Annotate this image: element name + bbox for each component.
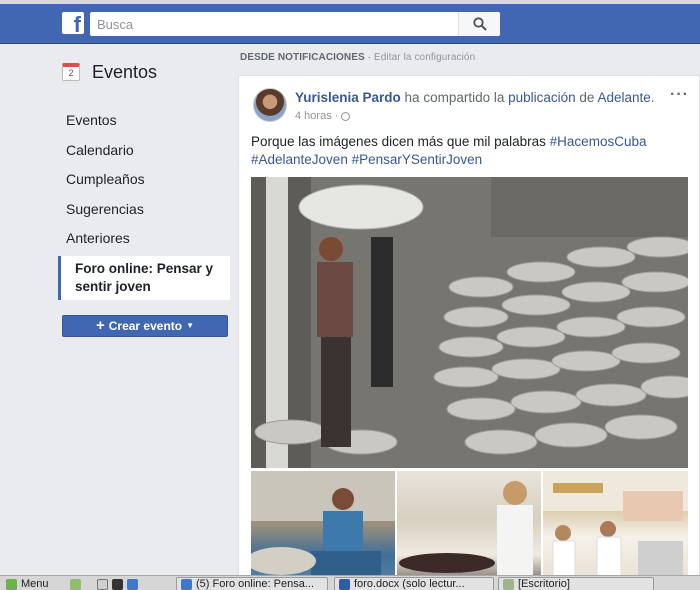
left-sidebar: 2 Eventos Eventos Calendario Cumpleaños … (58, 58, 230, 337)
notification-label: DESDE NOTIFICACIONES (240, 52, 365, 63)
calendar-icon: 2 (62, 63, 80, 81)
events-title: Eventos (92, 61, 158, 82)
search-input[interactable] (90, 12, 460, 36)
hashtag-adelantejoven[interactable]: #AdelanteJoven (251, 152, 348, 167)
os-taskbar: Menu (5) Foro online: Pensa... foro.docx… (0, 575, 700, 590)
document-icon (339, 578, 350, 590)
taskbar-menu-button[interactable]: Menu (6, 577, 49, 590)
publication-link[interactable]: publicación (508, 90, 576, 105)
avatar[interactable] (253, 88, 287, 122)
caret-down-icon: ▼ (186, 321, 195, 330)
nav-item-cumpleanos[interactable]: Cumpleaños (58, 165, 230, 195)
page-link[interactable]: Adelante (597, 90, 650, 105)
worker-photo (251, 471, 395, 589)
post-text: Porque las imágenes dicen más que mil pa… (251, 133, 691, 169)
plus-icon: + (95, 317, 105, 334)
globe-icon (341, 111, 351, 121)
file-manager-icon[interactable] (70, 578, 81, 590)
search-icon (472, 17, 487, 31)
of-text: de (575, 90, 598, 105)
edit-settings-link[interactable]: Editar la configuración (374, 52, 475, 63)
desktop-icon (503, 578, 514, 590)
taskbar-menu-label: Menu (21, 578, 49, 590)
meta-dot: · (334, 110, 339, 122)
nav-item-calendario[interactable]: Calendario (58, 136, 230, 166)
mint-logo-icon (6, 578, 17, 590)
nurse-photo (399, 481, 533, 575)
post-meta: 4 horas · (295, 110, 351, 122)
create-event-label: Crear evento (108, 318, 183, 333)
post-header: Yurislenia Pardo ha compartido la public… (295, 90, 655, 105)
warehouse-photo (251, 177, 688, 468)
author-name[interactable]: Yurislenia Pardo (295, 90, 401, 105)
more-options-icon[interactable]: ··· (670, 86, 689, 104)
nav-item-eventos[interactable]: Eventos (58, 106, 230, 136)
taskbar-window-document[interactable]: foro.docx (solo lectur... (334, 577, 494, 590)
hashtag-hacemoscuba[interactable]: #HacemosCuba (550, 134, 647, 149)
search-box (90, 12, 500, 36)
post-time[interactable]: 4 horas (295, 110, 332, 122)
nav-item-sugerencias[interactable]: Sugerencias (58, 195, 230, 225)
shop-photo (543, 471, 688, 582)
facebook-logo[interactable]: f (62, 12, 84, 37)
browser-icon[interactable] (127, 578, 138, 590)
nav-item-active-event[interactable]: Foro online: Pensar y sentir joven (58, 255, 230, 300)
taskbar-window-label: (5) Foro online: Pensa... (196, 578, 315, 590)
post-photo-3[interactable] (397, 471, 541, 589)
header-end: . (650, 90, 655, 105)
events-nav-list: Eventos Calendario Cumpleaños Sugerencia… (58, 106, 230, 300)
post-photo-2[interactable] (251, 471, 395, 589)
taskbar-quicklaunch (70, 577, 142, 590)
show-desktop-icon[interactable] (97, 578, 108, 590)
browser-window-icon (181, 578, 192, 590)
action-text: ha compartido la (400, 90, 509, 105)
events-header[interactable]: 2 Eventos (58, 58, 230, 86)
post-body: Porque las imágenes dicen más que mil pa… (251, 134, 550, 149)
post-photo-4[interactable] (543, 471, 688, 589)
taskbar-window-desktop[interactable]: [Escritorio] (498, 577, 654, 590)
nav-item-anteriores[interactable]: Anteriores (58, 224, 230, 254)
notification-separator: · (364, 52, 374, 63)
top-navigation-bar: f (0, 0, 700, 44)
hashtag-pensarysentirjoven[interactable]: #PensarYSentirJoven (352, 152, 483, 167)
browser-strip (0, 0, 700, 4)
create-event-button[interactable]: + Crear evento ▼ (62, 314, 228, 337)
facebook-logo-letter: f (73, 12, 81, 37)
taskbar-window-label: [Escritorio] (518, 578, 570, 590)
terminal-icon[interactable] (112, 578, 123, 590)
post-card: Yurislenia Pardo ha compartido la public… (238, 75, 700, 590)
taskbar-window-browser[interactable]: (5) Foro online: Pensa... (176, 577, 328, 590)
taskbar-window-label: foro.docx (solo lectur... (354, 578, 465, 590)
notification-source: DESDE NOTIFICACIONES · Editar la configu… (240, 52, 475, 63)
post-photo-main[interactable] (251, 177, 688, 468)
search-button[interactable] (458, 12, 500, 36)
